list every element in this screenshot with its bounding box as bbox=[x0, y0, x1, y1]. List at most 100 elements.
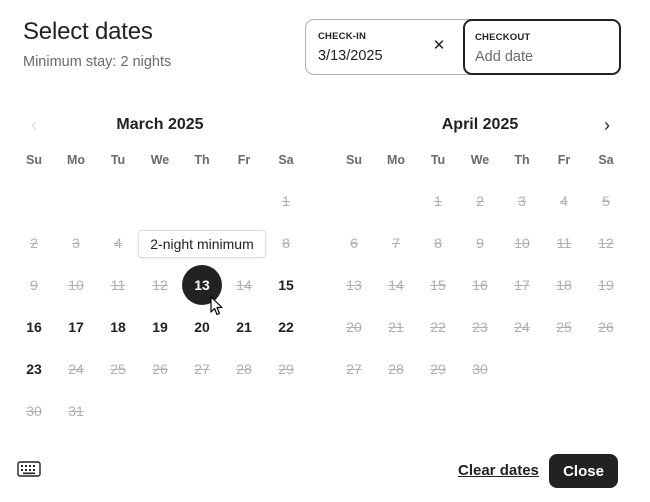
day-number: 28 bbox=[388, 361, 404, 377]
day-cell: 24 bbox=[55, 348, 97, 390]
day-cell[interactable]: 22 bbox=[265, 306, 307, 348]
day-number: 1 bbox=[434, 193, 442, 209]
date-fields: CHECK-IN 3/13/2025 ✕ CHECKOUT Add date bbox=[305, 19, 621, 75]
day-cell: 27 bbox=[333, 348, 375, 390]
day-cell: 3 bbox=[55, 222, 97, 264]
day-cell: 7 bbox=[375, 222, 417, 264]
weekday-label: Mo bbox=[386, 153, 406, 167]
day-cell: 30 bbox=[13, 390, 55, 432]
day-number: 8 bbox=[434, 235, 442, 251]
day-cell: 13 bbox=[333, 264, 375, 306]
month-title: March 2025 bbox=[116, 116, 204, 133]
day-cell: 8 bbox=[417, 222, 459, 264]
day-number: 1 bbox=[282, 193, 290, 209]
day-cell[interactable]: 15 bbox=[265, 264, 307, 306]
clear-checkin-icon[interactable]: ✕ bbox=[430, 37, 448, 55]
day-cell: 24 bbox=[501, 306, 543, 348]
checkout-field[interactable]: CHECKOUT Add date bbox=[463, 19, 621, 75]
dialog-title: Select dates bbox=[23, 18, 153, 45]
day-cell: 5 bbox=[585, 180, 627, 222]
day-number: 22 bbox=[430, 319, 446, 335]
day-number: 16 bbox=[26, 319, 42, 335]
day-number: 23 bbox=[26, 361, 42, 377]
weekday-label: Sa bbox=[278, 153, 294, 167]
close-button[interactable]: Close bbox=[549, 454, 618, 488]
day-number: 15 bbox=[278, 277, 294, 293]
day-cell: 26 bbox=[139, 348, 181, 390]
day-cell[interactable]: 18 bbox=[97, 306, 139, 348]
day-number: 14 bbox=[388, 277, 404, 293]
day-cell: 14 bbox=[223, 264, 265, 306]
day-number: 13 bbox=[346, 277, 362, 293]
day-number: 17 bbox=[514, 277, 530, 293]
day-cell: 28 bbox=[223, 348, 265, 390]
weekday-row: Su Mo Tu We Th Fr Sa bbox=[333, 153, 627, 167]
weekday-label: Fr bbox=[237, 153, 251, 167]
day-blank bbox=[181, 180, 223, 222]
day-number: 9 bbox=[30, 277, 38, 293]
day-number: 5 bbox=[602, 193, 610, 209]
day-number: 20 bbox=[346, 319, 362, 335]
day-blank bbox=[375, 180, 417, 222]
day-cell: 15 bbox=[417, 264, 459, 306]
day-number: 11 bbox=[110, 277, 126, 293]
day-blank bbox=[97, 180, 139, 222]
day-cell[interactable]: 21 bbox=[223, 306, 265, 348]
day-blank bbox=[223, 180, 265, 222]
day-cell: 14 bbox=[375, 264, 417, 306]
day-cell: 1 bbox=[265, 180, 307, 222]
day-cell: 18 bbox=[543, 264, 585, 306]
day-number: 21 bbox=[388, 319, 404, 335]
day-number: 7 bbox=[392, 235, 400, 251]
weekday-label: Su bbox=[346, 153, 362, 167]
day-blank bbox=[333, 180, 375, 222]
day-cell: 19 bbox=[585, 264, 627, 306]
day-cell: 29 bbox=[265, 348, 307, 390]
day-number: 30 bbox=[26, 403, 42, 419]
weekday-row: Su Mo Tu We Th Fr Sa bbox=[13, 153, 307, 167]
day-number: 10 bbox=[514, 235, 530, 251]
day-number: 15 bbox=[430, 277, 446, 293]
day-blank bbox=[13, 180, 55, 222]
day-number: 19 bbox=[152, 319, 168, 335]
weekday-label: Mo bbox=[66, 153, 86, 167]
day-cell: 8 bbox=[265, 222, 307, 264]
keyboard-icon[interactable] bbox=[17, 460, 41, 478]
day-blank bbox=[55, 180, 97, 222]
day-number: 29 bbox=[430, 361, 446, 377]
day-cell: 11 bbox=[543, 222, 585, 264]
day-cell[interactable]: 19 bbox=[139, 306, 181, 348]
day-cell: 11 bbox=[97, 264, 139, 306]
day-number: 8 bbox=[282, 235, 290, 251]
day-cell: 25 bbox=[97, 348, 139, 390]
day-number: 27 bbox=[346, 361, 362, 377]
clear-dates-link[interactable]: Clear dates bbox=[458, 462, 539, 479]
day-cell: 17 bbox=[501, 264, 543, 306]
weekday-label: Th bbox=[514, 153, 530, 167]
day-cell[interactable]: 16 bbox=[13, 306, 55, 348]
day-cell: 4 bbox=[543, 180, 585, 222]
day-cell: 1 bbox=[417, 180, 459, 222]
day-cell: 4 bbox=[97, 222, 139, 264]
weekday-label: Fr bbox=[557, 153, 571, 167]
day-number: 28 bbox=[236, 361, 252, 377]
day-cell: 3 bbox=[501, 180, 543, 222]
day-number: 14 bbox=[236, 277, 252, 293]
day-cell: 2 bbox=[13, 222, 55, 264]
day-number: 18 bbox=[110, 319, 126, 335]
day-number: 10 bbox=[68, 277, 84, 293]
day-number: 19 bbox=[598, 277, 614, 293]
checkout-label: CHECKOUT bbox=[475, 32, 531, 43]
checkin-field[interactable]: CHECK-IN 3/13/2025 ✕ bbox=[306, 20, 464, 74]
day-cell[interactable]: 17 bbox=[55, 306, 97, 348]
day-number: 3 bbox=[518, 193, 526, 209]
checkout-placeholder: Add date bbox=[475, 49, 534, 65]
day-cell: 12 bbox=[139, 264, 181, 306]
day-cell: 9 bbox=[13, 264, 55, 306]
day-cell: 29 bbox=[417, 348, 459, 390]
weekday-label: Su bbox=[26, 153, 42, 167]
day-number: 4 bbox=[560, 193, 568, 209]
minimum-stay-subtitle: Minimum stay: 2 nights bbox=[23, 54, 172, 70]
day-cell: 6 bbox=[333, 222, 375, 264]
day-cell[interactable]: 23 bbox=[13, 348, 55, 390]
